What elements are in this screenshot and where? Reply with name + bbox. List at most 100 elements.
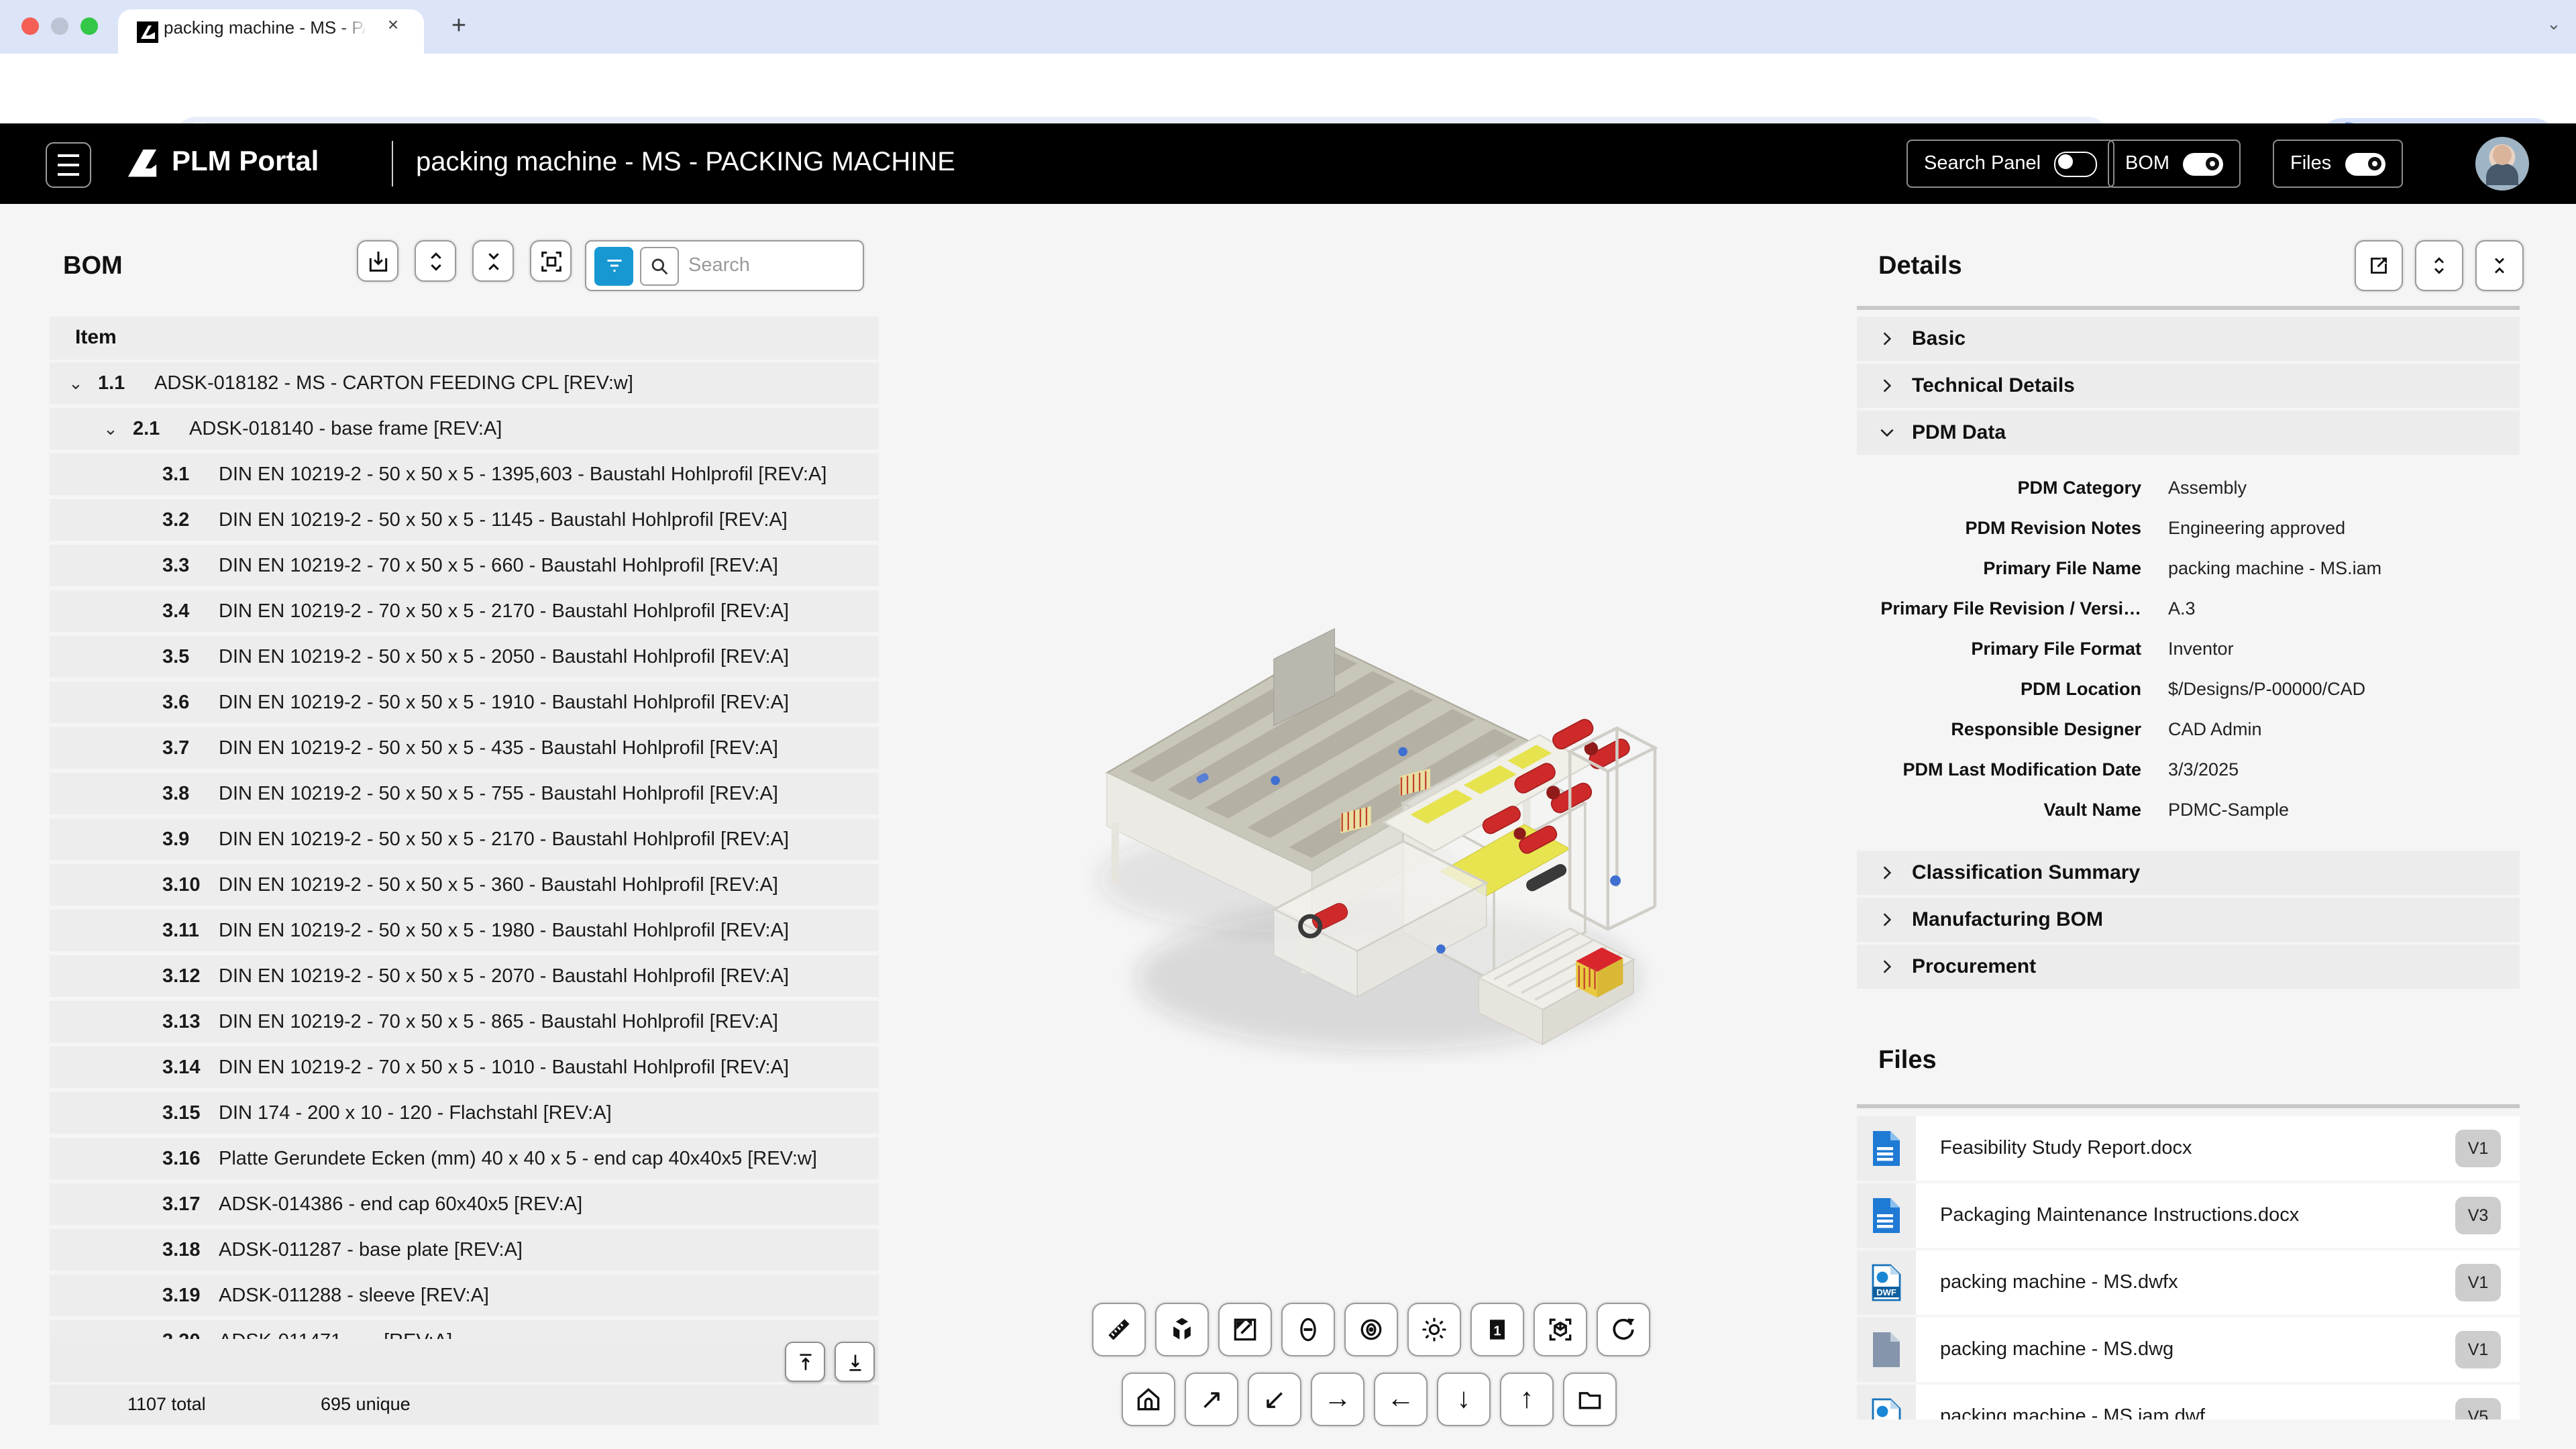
files-toggle[interactable]: Files — [2273, 140, 2402, 188]
file-row[interactable]: DWF Feasibility Study Report.docx V1 — [1857, 1116, 2520, 1181]
file-row[interactable]: DWF packing machine - MS.iam.dwf V5 — [1857, 1385, 2520, 1419]
search-icon[interactable] — [640, 246, 679, 285]
bom-row[interactable]: 3.7 DIN EN 10219-2 - 50 x 50 x 5 - 435 -… — [50, 727, 879, 769]
toggle-switch-on[interactable] — [2183, 152, 2223, 175]
header-divider — [392, 141, 393, 186]
window-minimize-button[interactable] — [51, 17, 68, 35]
dwg-file-icon — [1870, 1331, 1902, 1368]
fit-panel-icon[interactable] — [530, 240, 572, 282]
accordion-section[interactable]: Technical Details — [1857, 364, 2520, 408]
row-caret-icon[interactable]: ⌄ — [103, 418, 133, 439]
look-at-icon[interactable] — [1344, 1303, 1398, 1356]
bom-row[interactable]: 3.14 DIN EN 10219-2 - 70 x 50 x 5 - 1010… — [50, 1046, 879, 1088]
section-label: Basic — [1912, 327, 1966, 350]
toggle-switch-off[interactable] — [2054, 151, 2097, 176]
single-level-icon[interactable]: 1 — [1470, 1303, 1524, 1356]
bom-row[interactable]: 3.12 DIN EN 10219-2 - 50 x 50 x 5 - 2070… — [50, 955, 879, 997]
collapse-all-icon[interactable] — [2475, 240, 2524, 291]
toggle-switch-on[interactable] — [2345, 152, 2385, 175]
3d-model-viewport[interactable] — [1084, 550, 1661, 1087]
chevron-down-icon[interactable]: ⌄ — [2546, 13, 2561, 35]
row-item-text: DIN EN 10219-2 - 70 x 50 x 5 - 865 - Bau… — [219, 1011, 778, 1032]
explode-icon[interactable] — [1155, 1303, 1209, 1356]
accordion-section[interactable]: Basic — [1857, 317, 2520, 361]
bom-row[interactable]: 3.8 DIN EN 10219-2 - 50 x 50 x 5 - 755 -… — [50, 773, 879, 814]
screenshot-icon[interactable] — [1218, 1303, 1272, 1356]
svg-text:1: 1 — [1493, 1324, 1501, 1338]
tab-close-icon[interactable]: × — [381, 12, 405, 36]
expand-all-icon[interactable] — [415, 240, 456, 282]
download-icon[interactable] — [357, 240, 398, 282]
bom-row[interactable]: 3.11 DIN EN 10219-2 - 50 x 50 x 5 - 1980… — [50, 910, 879, 951]
move-right-icon[interactable]: → — [1311, 1373, 1364, 1426]
accordion-section[interactable]: Classification Summary — [1857, 851, 2520, 895]
row-item-text: DIN EN 10219-2 - 50 x 50 x 5 - 2070 - Ba… — [219, 965, 789, 987]
bom-row[interactable]: 3.17 ADSK-014386 - end cap 60x40x5 [REV:… — [50, 1183, 879, 1225]
bom-row[interactable]: ⌄ 2.1 ADSK-018140 - base frame [REV:A] — [50, 408, 879, 449]
scroll-to-bottom-icon[interactable] — [835, 1342, 875, 1382]
accordion-section[interactable]: Procurement — [1857, 945, 2520, 989]
bom-toggle[interactable]: BOM — [2108, 140, 2241, 188]
pdm-row: PDM Last Modification Date 3/3/2025 — [1857, 749, 2520, 789]
reset-orbit-icon[interactable] — [1597, 1303, 1650, 1356]
collapse-all-icon[interactable] — [472, 240, 514, 282]
new-tab-button[interactable]: + — [443, 11, 475, 43]
bom-row[interactable]: 3.4 DIN EN 10219-2 - 70 x 50 x 5 - 2170 … — [50, 590, 879, 632]
accordion-section[interactable]: Manufacturing BOM — [1857, 898, 2520, 942]
open-external-icon[interactable] — [2355, 240, 2403, 291]
app-header: PLM Portal packing machine - MS - PACKIN… — [0, 123, 2576, 204]
window-maximize-button[interactable] — [80, 17, 98, 35]
bom-row[interactable]: 3.10 DIN EN 10219-2 - 50 x 50 x 5 - 360 … — [50, 864, 879, 906]
file-icon-cell: DWF — [1857, 1183, 1916, 1248]
move-up-icon[interactable]: ↑ — [1500, 1373, 1554, 1426]
file-row[interactable]: DWF packing machine - MS.dwfx V1 — [1857, 1250, 2520, 1315]
accordion-section[interactable]: PDM Data — [1857, 411, 2520, 455]
move-left-icon[interactable]: ← — [1374, 1373, 1428, 1426]
bom-row[interactable]: 3.20 ADSK-011471 - … [REV:A] — [50, 1320, 879, 1339]
scroll-to-top-icon[interactable] — [785, 1342, 825, 1382]
fit-view-icon[interactable] — [1534, 1303, 1587, 1356]
bom-footer: 1107 total 695 unique — [50, 1385, 879, 1425]
bom-row[interactable]: 3.19 ADSK-011288 - sleeve [REV:A] — [50, 1275, 879, 1316]
browse-icon[interactable] — [1563, 1373, 1617, 1426]
bom-row[interactable]: 3.16 Platte Gerundete Ecken (mm) 40 x 40… — [50, 1138, 879, 1179]
bom-row[interactable]: 3.1 DIN EN 10219-2 - 50 x 50 x 5 - 1395,… — [50, 453, 879, 495]
bom-row[interactable]: 3.15 DIN 174 - 200 x 10 - 120 - Flachsta… — [50, 1092, 879, 1134]
bom-row[interactable]: 3.3 DIN EN 10219-2 - 70 x 50 x 5 - 660 -… — [50, 545, 879, 586]
row-caret-icon[interactable]: ⌄ — [68, 372, 98, 394]
move-down-left-icon[interactable]: ↙ — [1248, 1373, 1301, 1426]
chevron-icon — [1878, 958, 1896, 975]
viewer-main-toolbar: 1 — [1092, 1303, 1650, 1356]
search-input[interactable] — [686, 254, 855, 278]
search-panel-toggle[interactable]: Search Panel — [1907, 140, 2114, 188]
bom-row[interactable]: 3.9 DIN EN 10219-2 - 50 x 50 x 5 - 2170 … — [50, 818, 879, 860]
brightness-icon[interactable] — [1407, 1303, 1461, 1356]
bom-row[interactable]: 3.2 DIN EN 10219-2 - 50 x 50 x 5 - 1145 … — [50, 499, 879, 541]
bom-row[interactable]: 3.18 ADSK-011287 - base plate [REV:A] — [50, 1229, 879, 1271]
move-down-icon[interactable]: ↓ — [1437, 1373, 1491, 1426]
expand-all-icon[interactable] — [2415, 240, 2463, 291]
file-version-badge: V3 — [2455, 1197, 2501, 1234]
window-close-button[interactable] — [21, 17, 39, 35]
hide-object-icon[interactable] — [1281, 1303, 1335, 1356]
move-up-right-icon[interactable]: ↗ — [1185, 1373, 1238, 1426]
hamburger-menu-button[interactable] — [46, 142, 91, 188]
bom-row[interactable]: 3.5 DIN EN 10219-2 - 50 x 50 x 5 - 2050 … — [50, 636, 879, 678]
bom-row[interactable]: 3.13 DIN EN 10219-2 - 70 x 50 x 5 - 865 … — [50, 1001, 879, 1042]
measure-icon[interactable] — [1092, 1303, 1146, 1356]
home-icon[interactable] — [1122, 1373, 1175, 1426]
row-item-number: 3.7 — [162, 737, 203, 759]
chevron-icon — [1878, 330, 1896, 347]
bom-row[interactable]: 3.6 DIN EN 10219-2 - 50 x 50 x 5 - 1910 … — [50, 682, 879, 723]
file-row[interactable]: DWF Packaging Maintenance Instructions.d… — [1857, 1183, 2520, 1248]
user-avatar[interactable] — [2475, 137, 2529, 191]
autodesk-logo — [123, 146, 161, 181]
pdm-value: packing machine - MS.iam — [2168, 557, 2381, 578]
pdm-row: Primary File Format Inventor — [1857, 628, 2520, 668]
row-item-number: 3.16 — [162, 1148, 203, 1169]
filter-icon[interactable] — [594, 246, 633, 285]
file-name: Packaging Maintenance Instructions.docx — [1940, 1205, 2455, 1226]
file-version-badge: V1 — [2455, 1331, 2501, 1368]
file-row[interactable]: DWF packing machine - MS.dwg V1 — [1857, 1318, 2520, 1382]
bom-row[interactable]: ⌄ 1.1 ADSK-018182 - MS - CARTON FEEDING … — [50, 362, 879, 404]
